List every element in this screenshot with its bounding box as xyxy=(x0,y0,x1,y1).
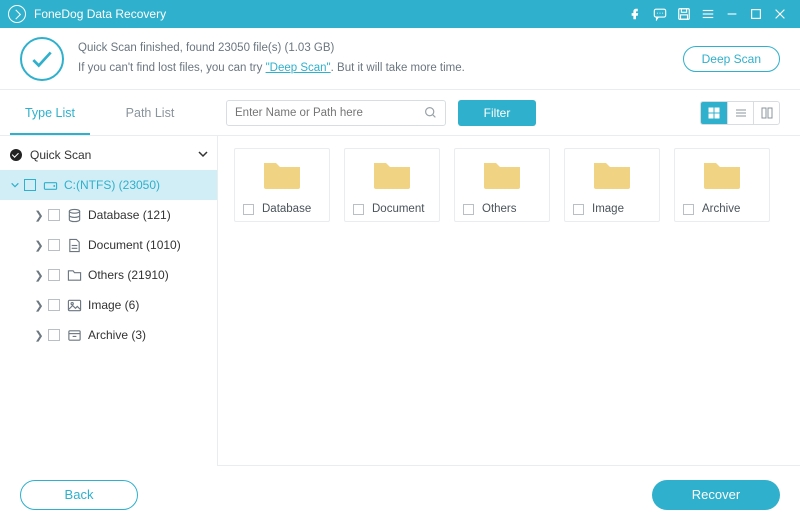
search-input[interactable] xyxy=(235,107,424,119)
checkbox[interactable] xyxy=(683,204,694,215)
tree-item-label: Archive (3) xyxy=(88,328,146,342)
chevron-right-icon: ❯ xyxy=(32,299,46,312)
tile-label: Image xyxy=(592,203,624,215)
status-dot-icon xyxy=(10,149,22,161)
chevron-down-icon xyxy=(8,180,22,190)
folder-tile-image[interactable]: Image xyxy=(564,148,660,222)
view-grid-button[interactable] xyxy=(701,102,727,124)
content-grid: Database Document Others Image Archive xyxy=(218,136,800,466)
tree-item-image[interactable]: ❯ Image (6) xyxy=(0,290,217,320)
tree-item-others[interactable]: ❯ Others (21910) xyxy=(0,260,217,290)
folder-icon xyxy=(372,159,412,191)
back-button[interactable]: Back xyxy=(20,480,138,510)
folder-tile-database[interactable]: Database xyxy=(234,148,330,222)
checkbox[interactable] xyxy=(463,204,474,215)
save-icon[interactable] xyxy=(672,0,696,28)
banner-text: Quick Scan finished, found 23050 file(s)… xyxy=(78,39,465,78)
tab-type-list[interactable]: Type List xyxy=(0,90,100,135)
archive-icon xyxy=(66,327,82,343)
tree-drive-label: C:(NTFS) (23050) xyxy=(64,178,160,192)
tree-item-document[interactable]: ❯ Document (1010) xyxy=(0,230,217,260)
tree-item-label: Image (6) xyxy=(88,298,139,312)
sidebar-tree: Quick Scan C:(NTFS) (23050) ❯ Database (… xyxy=(0,136,218,466)
tree-root-label: Quick Scan xyxy=(30,148,91,162)
recover-button[interactable]: Recover xyxy=(652,480,780,510)
checkbox[interactable] xyxy=(353,204,364,215)
view-list-button[interactable] xyxy=(727,102,753,124)
chevron-right-icon: ❯ xyxy=(32,329,46,342)
folder-icon xyxy=(262,159,302,191)
database-icon xyxy=(66,207,82,223)
view-toggle xyxy=(700,101,780,125)
tile-label: Document xyxy=(372,203,424,215)
main-area: Quick Scan C:(NTFS) (23050) ❯ Database (… xyxy=(0,136,800,466)
tile-label: Archive xyxy=(702,203,740,215)
chevron-down-icon xyxy=(197,148,209,160)
tree-item-label: Database (121) xyxy=(88,208,171,222)
feedback-icon[interactable] xyxy=(648,0,672,28)
checkbox[interactable] xyxy=(24,179,36,191)
deep-scan-link[interactable]: "Deep Scan" xyxy=(266,62,331,74)
tree-item-label: Others (21910) xyxy=(88,268,169,282)
checkbox[interactable] xyxy=(573,204,584,215)
checkbox[interactable] xyxy=(48,239,60,251)
chevron-right-icon: ❯ xyxy=(32,239,46,252)
search-icon xyxy=(424,106,437,119)
check-circle-icon xyxy=(20,37,64,81)
footer: Back Recover xyxy=(0,466,800,523)
scan-status-banner: Quick Scan finished, found 23050 file(s)… xyxy=(0,28,800,90)
folder-icon xyxy=(592,159,632,191)
search-input-wrap[interactable] xyxy=(226,100,446,126)
drive-icon xyxy=(42,177,58,193)
checkbox[interactable] xyxy=(243,204,254,215)
filter-button[interactable]: Filter xyxy=(458,100,536,126)
folder-tile-document[interactable]: Document xyxy=(344,148,440,222)
toolbar: Type List Path List Filter xyxy=(0,90,800,136)
tile-label: Others xyxy=(482,203,517,215)
tile-label: Database xyxy=(262,203,311,215)
chevron-right-icon: ❯ xyxy=(32,209,46,222)
facebook-icon[interactable] xyxy=(624,0,648,28)
banner-size: 1.03 GB xyxy=(288,42,330,54)
checkbox[interactable] xyxy=(48,299,60,311)
tree-item-archive[interactable]: ❯ Archive (3) xyxy=(0,320,217,350)
folder-icon xyxy=(482,159,522,191)
titlebar: FoneDog Data Recovery xyxy=(0,0,800,28)
folder-tile-others[interactable]: Others xyxy=(454,148,550,222)
tree-root-quick-scan[interactable]: Quick Scan xyxy=(0,140,217,170)
banner-line1-prefix: Quick Scan finished, found xyxy=(78,42,218,54)
chevron-right-icon: ❯ xyxy=(32,269,46,282)
deep-scan-button[interactable]: Deep Scan xyxy=(683,46,780,72)
view-detail-button[interactable] xyxy=(753,102,779,124)
checkbox[interactable] xyxy=(48,329,60,341)
folder-icon xyxy=(702,159,742,191)
document-icon xyxy=(66,237,82,253)
folder-icon xyxy=(66,267,82,283)
tab-path-list[interactable]: Path List xyxy=(100,90,200,135)
close-icon[interactable] xyxy=(768,0,792,28)
minimize-icon[interactable] xyxy=(720,0,744,28)
menu-icon[interactable] xyxy=(696,0,720,28)
tree-drive-c[interactable]: C:(NTFS) (23050) xyxy=(0,170,217,200)
checkbox[interactable] xyxy=(48,209,60,221)
tree-item-database[interactable]: ❯ Database (121) xyxy=(0,200,217,230)
checkbox[interactable] xyxy=(48,269,60,281)
image-icon xyxy=(66,297,82,313)
app-title: FoneDog Data Recovery xyxy=(34,7,166,21)
banner-file-count: 23050 xyxy=(218,42,250,54)
folder-tile-archive[interactable]: Archive xyxy=(674,148,770,222)
app-logo-icon xyxy=(8,5,26,23)
tree-item-label: Document (1010) xyxy=(88,238,181,252)
maximize-icon[interactable] xyxy=(744,0,768,28)
